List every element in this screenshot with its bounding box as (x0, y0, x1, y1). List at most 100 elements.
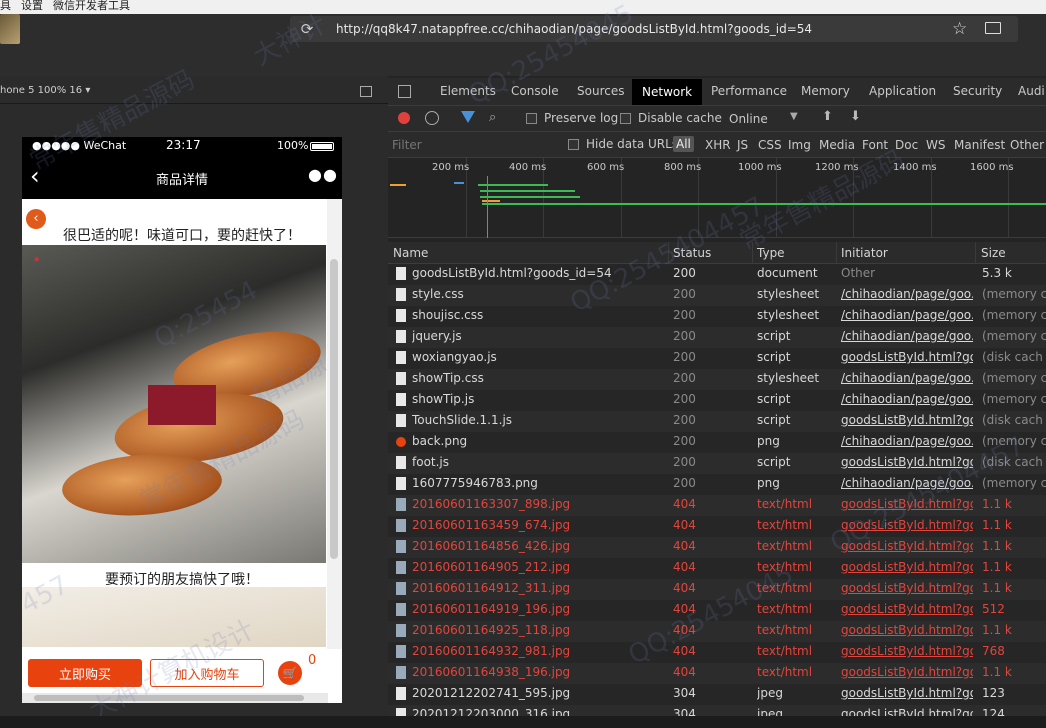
request-initiator[interactable]: goodsListById.html?go... (841, 644, 973, 658)
table-row[interactable]: goodsListById.html?goods_id=54 200 documen… (388, 264, 1046, 285)
request-initiator[interactable]: /chihaodian/page/goo... (841, 371, 973, 385)
table-row[interactable]: 20160601164938_196.jpg 404 text/html goodsL… (388, 663, 1046, 684)
request-initiator[interactable]: goodsListById.html?go... (841, 539, 973, 553)
table-row[interactable]: foot.js 200 script goodsListById.html?go...… (388, 453, 1046, 474)
throttle-select[interactable]: Online (729, 112, 768, 126)
table-row[interactable]: shoujisc.css 200 stylesheet/chihaodian/pag… (388, 306, 1046, 327)
table-row[interactable]: 1607775946783.png 200 png/chihaodian/page/… (388, 474, 1046, 495)
menu-item-tools[interactable]: 具 (0, 0, 11, 14)
filter-font[interactable]: Font (862, 138, 888, 152)
tab-application[interactable]: Application (869, 84, 936, 98)
more-icon[interactable]: ●● (308, 165, 338, 184)
request-initiator[interactable]: /chihaodian/page/goo... (841, 329, 973, 343)
tab-audits[interactable]: Audi (1018, 84, 1045, 98)
table-row[interactable]: 20160601164912_311.jpg 404 text/html goodsL… (388, 579, 1046, 600)
request-initiator[interactable]: /chihaodian/page/goo... (841, 392, 973, 406)
request-name: 20160601163307_898.jpg (412, 497, 571, 511)
request-initiator[interactable]: goodsListById.html?go... (841, 581, 973, 595)
request-initiator[interactable]: goodsListById.html?go... (841, 455, 973, 469)
record-icon[interactable] (398, 112, 410, 124)
request-initiator[interactable]: goodsListById.html?go... (841, 350, 973, 364)
avatar[interactable] (0, 14, 20, 44)
table-row[interactable]: 20160601163459_674.jpg 404 text/html goodsL… (388, 516, 1046, 537)
filter-icon[interactable] (461, 111, 475, 123)
table-row[interactable]: 20160601164925_118.jpg 404 text/html goodsL… (388, 621, 1046, 642)
folder-icon[interactable] (985, 22, 1001, 34)
table-row[interactable]: style.css 200 stylesheet/chihaodian/page/g… (388, 285, 1046, 306)
filter-manifest[interactable]: Manifest (954, 138, 1005, 152)
request-initiator[interactable]: goodsListById.html?go... (841, 665, 973, 679)
table-row[interactable]: back.png 200 png/chihaodian/page/goo... (me… (388, 432, 1046, 453)
request-initiator[interactable]: /chihaodian/page/goo... (841, 287, 973, 301)
filter-media[interactable]: Media (819, 138, 855, 152)
column-status[interactable]: Status (673, 246, 711, 260)
refresh-icon[interactable]: ⟳ (298, 20, 316, 38)
table-row[interactable]: 20160601164919_196.jpg 404 text/html goodsL… (388, 600, 1046, 621)
request-initiator[interactable]: goodsListById.html?go... (841, 560, 973, 574)
request-size: (memory ca (982, 308, 1046, 322)
hide-data-urls-checkbox[interactable] (568, 139, 579, 150)
filter-doc[interactable]: Doc (895, 138, 918, 152)
filter-css[interactable]: CSS (758, 138, 782, 152)
column-type[interactable]: Type (757, 246, 785, 260)
url-text[interactable]: http://qq8k47.natappfree.cc/chihaodian/p… (336, 21, 812, 37)
table-row[interactable]: 20160601164905_212.jpg 404 text/html goodsL… (388, 558, 1046, 579)
scrollbar-thumb[interactable] (330, 259, 338, 559)
menu-item-app[interactable]: 微信开发者工具 (53, 0, 130, 14)
popout-icon[interactable] (360, 86, 372, 97)
inspect-icon[interactable] (398, 85, 411, 98)
request-initiator[interactable]: /chihaodian/page/goo... (841, 434, 973, 448)
tab-sources[interactable]: Sources (577, 84, 624, 98)
tab-memory[interactable]: Memory (801, 84, 850, 98)
column-size[interactable]: Size (981, 246, 1006, 260)
request-initiator[interactable]: goodsListById.html?go... (841, 413, 973, 427)
table-row[interactable]: 20160601164932_981.jpg 404 text/html goodsL… (388, 642, 1046, 663)
disable-cache-checkbox[interactable] (620, 113, 631, 124)
star-icon[interactable]: ☆ (952, 19, 967, 39)
import-har-icon[interactable]: ⬆ (822, 109, 833, 124)
request-initiator[interactable]: /chihaodian/page/goo... (841, 476, 973, 490)
request-initiator[interactable]: /chihaodian/page/goo... (841, 308, 973, 322)
filter-input[interactable] (392, 137, 552, 153)
table-row[interactable]: showTip.css 200 stylesheet/chihaodian/page… (388, 369, 1046, 390)
column-name[interactable]: Name (393, 246, 428, 260)
tab-network[interactable]: Network (632, 79, 703, 105)
filter-xhr[interactable]: XHR (705, 138, 731, 152)
image-file-icon (396, 687, 406, 700)
table-row[interactable]: 20160601163307_898.jpg 404 text/html goodsL… (388, 495, 1046, 516)
tab-elements[interactable]: Elements (440, 84, 496, 98)
request-initiator[interactable]: goodsListById.html?go... (841, 623, 973, 637)
table-row[interactable]: showTip.js 200 script/chihaodian/page/goo.… (388, 390, 1046, 411)
filter-other[interactable]: Other (1010, 138, 1044, 152)
horizontal-scrollbar-thumb[interactable] (34, 695, 304, 701)
search-icon[interactable]: ⌕ (489, 110, 496, 125)
device-select[interactable]: hone 5 100% 16 ▾ (0, 85, 90, 96)
clear-icon[interactable] (425, 111, 439, 125)
request-initiator[interactable]: goodsListById.html?go... (841, 497, 973, 511)
table-row[interactable]: jquery.js 200 script/chihaodian/page/goo..… (388, 327, 1046, 348)
filter-img[interactable]: Img (788, 138, 811, 152)
request-name: 20160601163459_674.jpg (412, 518, 571, 532)
chevron-down-icon[interactable]: ▼ (790, 111, 798, 122)
column-initiator[interactable]: Initiator (841, 246, 888, 260)
filter-all[interactable]: All (673, 136, 694, 152)
tab-performance[interactable]: Performance (711, 84, 787, 98)
request-initiator[interactable]: goodsListById.html?go... (841, 518, 973, 532)
filter-ws[interactable]: WS (926, 138, 945, 152)
table-row[interactable]: 20160601164856_426.jpg 404 text/html goodsL… (388, 537, 1046, 558)
buy-now-button[interactable]: 立即购买 (28, 659, 142, 687)
add-to-cart-button[interactable]: 加入购物车 (150, 659, 264, 687)
menu-item-settings[interactable]: 设置 (21, 0, 43, 14)
table-row[interactable]: woxiangyao.js 200 script goodsListById.html… (388, 348, 1046, 369)
filter-js[interactable]: JS (737, 138, 748, 152)
preserve-log-checkbox[interactable] (526, 113, 537, 124)
tab-console[interactable]: Console (511, 84, 559, 98)
export-har-icon[interactable]: ⬇ (850, 109, 861, 124)
tab-security[interactable]: Security (953, 84, 1002, 98)
table-row[interactable]: TouchSlide.1.1.js 200 script goodsListById.… (388, 411, 1046, 432)
back-button-icon[interactable]: ‹ (26, 209, 46, 229)
table-row[interactable]: 20201212202741_595.jpg 304 jpeg goodsListBy… (388, 684, 1046, 705)
request-initiator[interactable]: goodsListById.html?go... (841, 602, 973, 616)
cart-icon[interactable]: 🛒 (278, 661, 302, 685)
request-initiator[interactable]: goodsListById.html?go... (841, 686, 973, 700)
